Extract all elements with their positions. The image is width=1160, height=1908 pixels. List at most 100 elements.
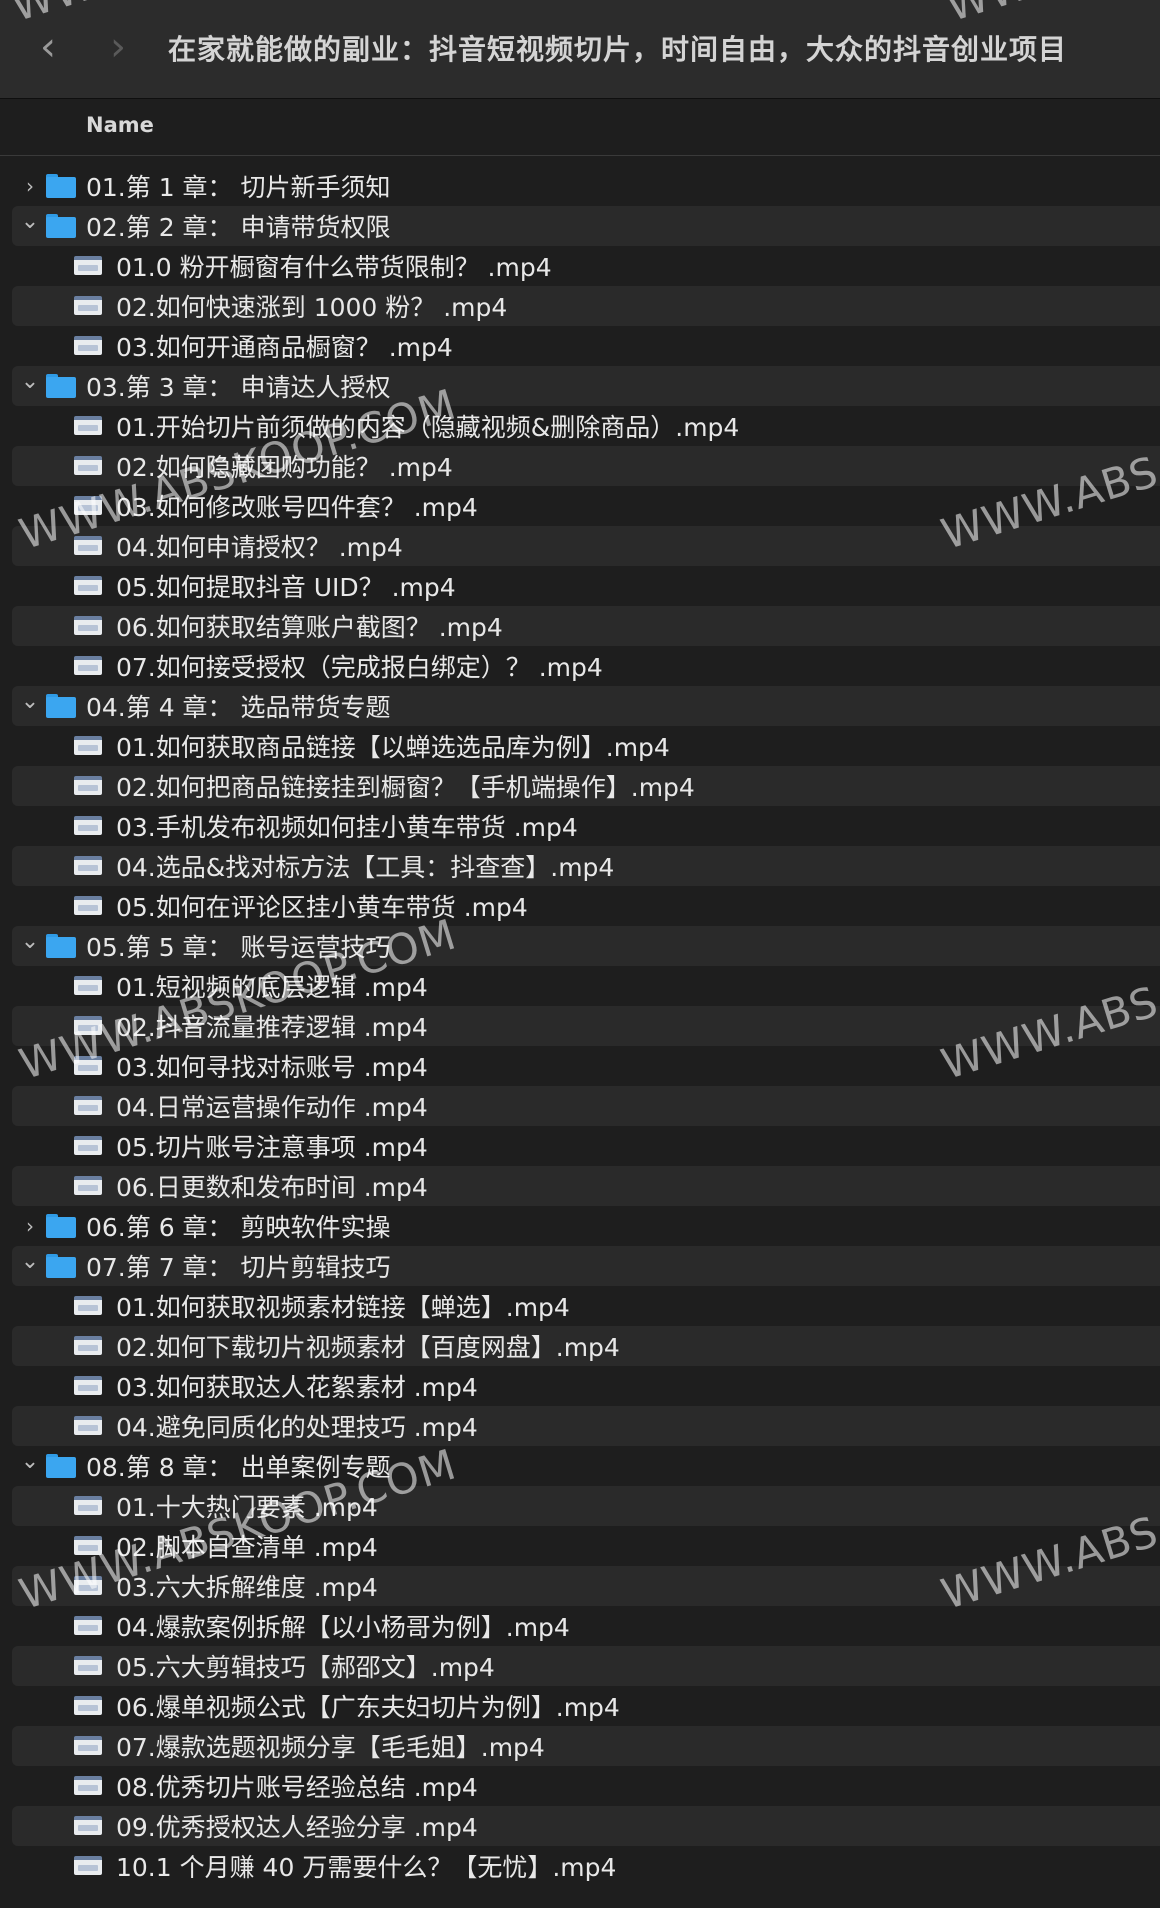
video-file-icon xyxy=(74,1776,102,1795)
window-title: 在家就能做的副业：抖音短视频切片，时间自由，大众的抖音创业项目 xyxy=(168,33,1068,66)
file-label: 07.爆款选题视频分享【毛毛姐】.mp4 xyxy=(116,1733,545,1762)
folder-icon xyxy=(46,174,76,198)
file-row[interactable]: 06.日更数和发布时间 .mp4 xyxy=(12,1166,1160,1206)
chevron-right-icon[interactable]: › xyxy=(18,1214,42,1238)
file-row[interactable]: 02.如何把商品链接挂到橱窗？【手机端操作】.mp4 xyxy=(12,766,1160,806)
video-file-icon xyxy=(74,656,102,675)
file-row[interactable]: 03.如何修改账号四件套？ .mp4 xyxy=(12,486,1160,526)
file-row[interactable]: 02.脚本自查清单 .mp4 xyxy=(12,1526,1160,1566)
file-row[interactable]: 09.优秀授权达人经验分享 .mp4 xyxy=(12,1806,1160,1846)
video-file-icon xyxy=(74,1736,102,1755)
file-row[interactable]: 02.如何下载切片视频素材【百度网盘】.mp4 xyxy=(12,1326,1160,1366)
file-row[interactable]: 08.优秀切片账号经验总结 .mp4 xyxy=(12,1766,1160,1806)
folder-row[interactable]: ⌄ 05.第 5 章： 账号运营技巧 xyxy=(12,926,1160,966)
video-file-icon xyxy=(74,576,102,595)
file-label: 04.选品&找对标方法【工具：抖查查】.mp4 xyxy=(116,853,615,882)
video-file-icon xyxy=(74,1496,102,1515)
chevron-down-icon[interactable]: ⌄ xyxy=(18,689,42,714)
video-file-icon xyxy=(74,1656,102,1675)
file-row[interactable]: 03.如何寻找对标账号 .mp4 xyxy=(12,1046,1160,1086)
folder-icon xyxy=(46,1214,76,1238)
file-row[interactable]: 10.1 个月赚 40 万需要什么？【无忧】.mp4 xyxy=(12,1846,1160,1886)
file-row[interactable]: 04.日常运营操作动作 .mp4 xyxy=(12,1086,1160,1126)
file-row[interactable]: 03.六大拆解维度 .mp4 xyxy=(12,1566,1160,1606)
chevron-down-icon[interactable]: ⌄ xyxy=(18,929,42,954)
file-label: 01.如何获取商品链接【以蝉选选品库为例】.mp4 xyxy=(116,733,670,762)
file-row[interactable]: 05.如何在评论区挂小黄车带货 .mp4 xyxy=(12,886,1160,926)
file-row[interactable]: 04.如何申请授权？ .mp4 xyxy=(12,526,1160,566)
chevron-down-icon[interactable]: ⌄ xyxy=(18,369,42,394)
video-file-icon xyxy=(74,296,102,315)
folder-icon xyxy=(46,1454,76,1478)
folder-icon xyxy=(46,694,76,718)
video-file-icon xyxy=(74,856,102,875)
file-row[interactable]: 02.如何隐藏团购功能？ .mp4 xyxy=(12,446,1160,486)
folder-label: 04.第 4 章： 选品带货专题 xyxy=(86,693,391,722)
folder-row[interactable]: ⌄ 04.第 4 章： 选品带货专题 xyxy=(12,686,1160,726)
file-row[interactable]: 04.爆款案例拆解【以小杨哥为例】.mp4 xyxy=(12,1606,1160,1646)
file-row[interactable]: 06.如何获取结算账户截图？ .mp4 xyxy=(12,606,1160,646)
folder-row[interactable]: ⌄ 03.第 3 章： 申请达人授权 xyxy=(12,366,1160,406)
file-row[interactable]: 05.六大剪辑技巧【郝邵文】.mp4 xyxy=(12,1646,1160,1686)
folder-icon xyxy=(46,214,76,238)
back-chevron-icon[interactable]: ‹ xyxy=(28,22,68,72)
file-row[interactable]: 01.短视频的底层逻辑 .mp4 xyxy=(12,966,1160,1006)
file-label: 02.如何把商品链接挂到橱窗？【手机端操作】.mp4 xyxy=(116,773,695,802)
file-row[interactable]: 02.如何快速涨到 1000 粉？ .mp4 xyxy=(12,286,1160,326)
file-label: 03.如何获取达人花絮素材 .mp4 xyxy=(116,1373,478,1402)
file-label: 03.六大拆解维度 .mp4 xyxy=(116,1573,378,1602)
file-row[interactable]: 03.如何获取达人花絮素材 .mp4 xyxy=(12,1366,1160,1406)
name-column-header[interactable]: Name xyxy=(86,113,154,137)
column-header[interactable]: Name xyxy=(0,99,1160,156)
video-file-icon xyxy=(74,1856,102,1875)
chevron-down-icon[interactable]: ⌄ xyxy=(18,1449,42,1474)
video-file-icon xyxy=(74,1816,102,1835)
file-row[interactable]: 03.如何开通商品橱窗？ .mp4 xyxy=(12,326,1160,366)
file-label: 06.如何获取结算账户截图？ .mp4 xyxy=(116,613,503,642)
file-label: 03.如何修改账号四件套？ .mp4 xyxy=(116,493,478,522)
video-file-icon xyxy=(74,416,102,435)
folder-row[interactable]: ⌄ 02.第 2 章： 申请带货权限 xyxy=(12,206,1160,246)
file-row[interactable]: 01.开始切片前须做的内容（隐藏视频&删除商品）.mp4 xyxy=(12,406,1160,446)
file-label: 01.如何获取视频素材链接【蝉选】.mp4 xyxy=(116,1293,570,1322)
folder-label: 02.第 2 章： 申请带货权限 xyxy=(86,213,391,242)
file-label: 02.如何隐藏团购功能？ .mp4 xyxy=(116,453,453,482)
file-row[interactable]: 05.切片账号注意事项 .mp4 xyxy=(12,1126,1160,1166)
folder-row[interactable]: › 01.第 1 章： 切片新手须知 xyxy=(12,166,1160,206)
file-row[interactable]: 01.十大热门要素 .mp4 xyxy=(12,1486,1160,1526)
file-label: 05.如何提取抖音 UID？ .mp4 xyxy=(116,573,456,602)
file-row[interactable]: 04.避免同质化的处理技巧 .mp4 xyxy=(12,1406,1160,1446)
chevron-down-icon[interactable]: ⌄ xyxy=(18,1249,42,1274)
file-row[interactable]: 04.选品&找对标方法【工具：抖查查】.mp4 xyxy=(12,846,1160,886)
video-file-icon xyxy=(74,1136,102,1155)
video-file-icon xyxy=(74,1016,102,1035)
video-file-icon xyxy=(74,496,102,515)
chevron-right-icon[interactable]: › xyxy=(18,174,42,198)
folder-row[interactable]: ⌄ 07.第 7 章： 切片剪辑技巧 xyxy=(12,1246,1160,1286)
file-row[interactable]: 01.如何获取视频素材链接【蝉选】.mp4 xyxy=(12,1286,1160,1326)
file-label: 06.日更数和发布时间 .mp4 xyxy=(116,1173,428,1202)
folder-label: 06.第 6 章： 剪映软件实操 xyxy=(86,1213,391,1242)
file-label: 02.如何下载切片视频素材【百度网盘】.mp4 xyxy=(116,1333,620,1362)
file-label: 01.十大热门要素 .mp4 xyxy=(116,1493,378,1522)
forward-chevron-icon[interactable]: › xyxy=(98,22,138,72)
video-file-icon xyxy=(74,736,102,755)
file-row[interactable]: 05.如何提取抖音 UID？ .mp4 xyxy=(12,566,1160,606)
file-label: 02.抖音流量推荐逻辑 .mp4 xyxy=(116,1013,428,1042)
file-row[interactable]: 07.爆款选题视频分享【毛毛姐】.mp4 xyxy=(12,1726,1160,1766)
window-titlebar: ‹ › 在家就能做的副业：抖音短视频切片，时间自由，大众的抖音创业项目 xyxy=(0,0,1160,99)
file-row[interactable]: 02.抖音流量推荐逻辑 .mp4 xyxy=(12,1006,1160,1046)
file-label: 04.如何申请授权？ .mp4 xyxy=(116,533,403,562)
file-row[interactable]: 07.如何接受授权（完成报白绑定）？ .mp4 xyxy=(12,646,1160,686)
file-label: 05.切片账号注意事项 .mp4 xyxy=(116,1133,428,1162)
file-label: 04.日常运营操作动作 .mp4 xyxy=(116,1093,428,1122)
file-row[interactable]: 01.0 粉开橱窗有什么带货限制？ .mp4 xyxy=(12,246,1160,286)
file-row[interactable]: 03.手机发布视频如何挂小黄车带货 .mp4 xyxy=(12,806,1160,846)
folder-row[interactable]: › 06.第 6 章： 剪映软件实操 xyxy=(12,1206,1160,1246)
file-row[interactable]: 06.爆单视频公式【广东夫妇切片为例】.mp4 xyxy=(12,1686,1160,1726)
folder-icon xyxy=(46,934,76,958)
folder-label: 03.第 3 章： 申请达人授权 xyxy=(86,373,391,402)
folder-row[interactable]: ⌄ 08.第 8 章： 出单案例专题 xyxy=(12,1446,1160,1486)
chevron-down-icon[interactable]: ⌄ xyxy=(18,209,42,234)
file-row[interactable]: 01.如何获取商品链接【以蝉选选品库为例】.mp4 xyxy=(12,726,1160,766)
